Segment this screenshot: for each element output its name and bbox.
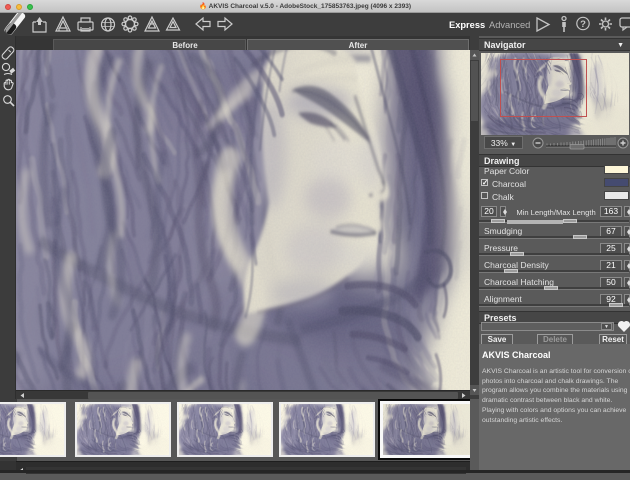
svg-text:Advanced: Advanced (489, 20, 530, 30)
svg-text:Express: Express (449, 20, 485, 30)
svg-text:?: ? (580, 19, 586, 30)
